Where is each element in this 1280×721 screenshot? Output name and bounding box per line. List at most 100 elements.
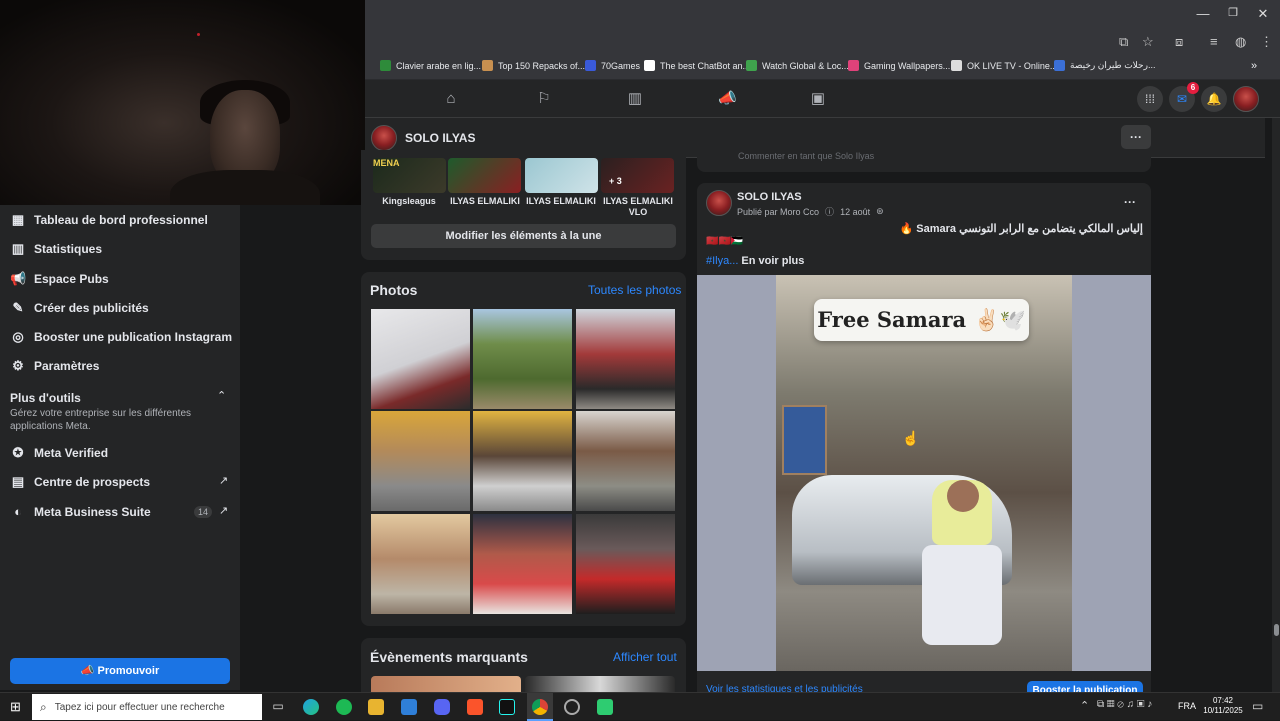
app-icon[interactable]	[597, 699, 613, 715]
task-view-icon[interactable]: ▭	[270, 699, 286, 715]
bookmark-label: Watch Global & Loc...	[762, 60, 849, 71]
edit-featured-button[interactable]: Modifier les éléments à la une	[371, 224, 676, 248]
windows-start-icon[interactable]: ⊞	[10, 699, 21, 715]
sidebar-item-ads-space[interactable]: 📢 Espace Pubs	[10, 271, 109, 287]
photo-thumbnail[interactable]	[473, 309, 572, 409]
photo-thumbnail[interactable]	[576, 514, 675, 614]
all-photos-link[interactable]: Toutes les photos	[588, 283, 681, 297]
photo-thumbnail[interactable]	[473, 411, 572, 511]
post-author[interactable]: SOLO ILYAS	[737, 191, 802, 203]
sidebar-item-create-ads[interactable]: ✎ Créer des publicités	[10, 300, 149, 316]
events-all-link[interactable]: Afficher tout	[613, 650, 677, 664]
edge-icon[interactable]	[303, 699, 319, 715]
photo-thumbnail[interactable]	[371, 514, 470, 614]
bookmark-item[interactable]: Watch Global & Loc...	[746, 60, 849, 71]
facebook-navbar: ⌂ ⚐ ▥ 📣 ▣ ⁞⁞⁞ ✉ 6 🔔	[365, 80, 1280, 118]
photo-thumbnail[interactable]	[473, 514, 572, 614]
bookmark-item[interactable]: The best ChatBot an...	[644, 60, 750, 71]
sidebar-item-stats[interactable]: ▥ Statistiques	[10, 241, 102, 257]
post-options-button[interactable]: ···	[1124, 195, 1136, 209]
account-avatar[interactable]	[1233, 86, 1259, 112]
search-placeholder: Tapez ici pour effectuer une recherche	[54, 701, 225, 713]
store-icon[interactable]	[401, 699, 417, 715]
comment-placeholder[interactable]: Commenter en tant que Solo Ilyas	[738, 151, 874, 161]
sidebar-item-prospects[interactable]: ▤ Centre de prospects	[10, 474, 150, 490]
notifications-bell-icon[interactable]: 🔔	[1201, 86, 1227, 112]
post-date[interactable]: 12 août	[840, 207, 870, 217]
restore-button[interactable]: ❐	[1218, 6, 1248, 19]
file-explorer-icon[interactable]	[368, 699, 384, 715]
browser-toolbar: ⧉ ☆ ⧈ ≡ ◍ ⋮	[365, 30, 1280, 54]
video-icon[interactable]: ▣	[809, 90, 827, 108]
dashboard-icon: ▦	[11, 212, 25, 227]
bookmark-star-icon[interactable]: ☆	[1142, 34, 1154, 50]
boost-post-button[interactable]: Booster la publication	[1027, 681, 1143, 692]
chrome-menu-icon[interactable]: ⋮	[1260, 34, 1273, 50]
photo-thumbnail[interactable]	[576, 411, 675, 511]
chevron-up-icon[interactable]: ⌃	[217, 389, 226, 402]
flag-icon[interactable]: ⚐	[535, 90, 553, 108]
taskbar-search[interactable]: ⌕ Tapez ici pour effectuer une recherche	[32, 694, 262, 720]
bookmark-item[interactable]: رحلات طيران رخيصة...	[1054, 60, 1155, 71]
event-thumbnail[interactable]	[371, 676, 521, 692]
event-thumbnail[interactable]	[525, 676, 675, 692]
stats-icon: ▥	[11, 241, 25, 256]
sidebar-item-boost-instagram[interactable]: ◎ Booster une publication Instagram	[10, 329, 232, 345]
clock[interactable]: 07:42 10/11/2025	[1203, 696, 1243, 716]
spotify-icon[interactable]	[336, 699, 352, 715]
sidebar-item-settings[interactable]: ⚙ Paramètres	[10, 358, 99, 374]
featured-thumbnail[interactable]: MENA	[373, 158, 446, 193]
photo-thumbnail[interactable]	[371, 309, 470, 409]
minimize-button[interactable]: —	[1188, 6, 1218, 21]
notification-center-icon[interactable]: ▭	[1252, 699, 1263, 713]
bookmark-item[interactable]: OK LIVE TV - Online...	[951, 60, 1057, 71]
close-button[interactable]: ✕	[1248, 6, 1278, 22]
insights-icon[interactable]: ▥	[626, 90, 644, 108]
featured-thumbnail[interactable]: + 3	[601, 158, 674, 193]
post-image[interactable]: Free Samara ✌🏻🕊️ ☝	[697, 275, 1151, 671]
discord-icon[interactable]	[434, 699, 450, 715]
bookmark-item[interactable]: Gaming Wallpapers...	[848, 60, 950, 71]
bookmark-item[interactable]: 70Games	[585, 60, 640, 71]
scrollbar-thumb[interactable]	[1274, 624, 1279, 636]
bookmark-label: Gaming Wallpapers...	[864, 60, 951, 71]
promote-button[interactable]: 📣 Promouvoir	[10, 658, 230, 684]
tiktok-icon[interactable]	[499, 699, 515, 715]
extensions-icon[interactable]: ⧈	[1175, 34, 1183, 50]
photo-thumbnail[interactable]	[576, 309, 675, 409]
menu-grid-icon[interactable]: ⁞⁞⁞	[1137, 86, 1163, 112]
bookmark-item[interactable]: Clavier arabe en lig...	[380, 60, 481, 71]
post-publisher[interactable]: Publié par Moro Cco	[737, 207, 819, 217]
chrome-icon[interactable]	[532, 699, 548, 715]
featured-thumbnail[interactable]	[448, 158, 521, 193]
sidebar-item-dashboard[interactable]: ▦ Tableau de bord professionnel	[10, 212, 208, 228]
hashtag-link[interactable]: #Ilya...	[706, 255, 738, 267]
page-title[interactable]: SOLO ILYAS	[405, 131, 475, 145]
post-author-avatar[interactable]	[706, 190, 732, 216]
sidebar-item-meta-verified[interactable]: ✪ Meta Verified	[10, 445, 108, 461]
messenger-icon[interactable]: ✉ 6	[1169, 82, 1199, 112]
page-avatar[interactable]	[371, 125, 397, 151]
pencil-icon: ✎	[12, 300, 24, 315]
media-controls-icon[interactable]: ≡	[1210, 34, 1218, 49]
ads-megaphone-icon[interactable]: 📣	[718, 90, 737, 108]
featured-thumbnail[interactable]	[525, 158, 598, 193]
install-app-icon[interactable]: ⧉	[1119, 34, 1128, 50]
sidebar-item-label: Booster une publication Instagram	[34, 330, 233, 344]
sidebar-item-business-suite[interactable]: ◐ Meta Business Suite	[10, 504, 151, 519]
brave-icon[interactable]	[467, 699, 483, 715]
more-bookmarks-button[interactable]: »	[1251, 60, 1257, 72]
tray-chevron-icon[interactable]: ⌃	[1080, 699, 1089, 712]
language-indicator[interactable]: FRA	[1178, 701, 1196, 711]
page-scrollbar[interactable]	[1272, 118, 1280, 692]
tray-icons[interactable]: ⧉ ▦ ⊘ ♫ ▣ ♪	[1097, 699, 1152, 710]
featured-label: ILYAS ELMALIKI	[450, 196, 520, 206]
profile-icon[interactable]: ◍	[1235, 34, 1246, 50]
photo-thumbnail[interactable]	[371, 411, 470, 511]
stats-link[interactable]: Voir les statistiques et les publicités	[706, 684, 956, 692]
page-more-button[interactable]: ···	[1121, 125, 1151, 149]
bookmark-item[interactable]: Top 150 Repacks of...	[482, 60, 585, 71]
see-more-link[interactable]: En voir plus	[741, 255, 804, 267]
home-icon[interactable]: ⌂	[442, 90, 460, 108]
obs-icon[interactable]	[564, 699, 580, 715]
